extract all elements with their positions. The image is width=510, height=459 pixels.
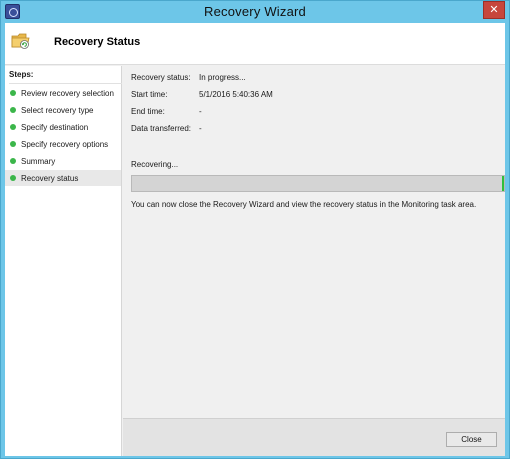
step-complete-dot-icon: [10, 158, 16, 164]
step-complete-dot-icon: [10, 175, 16, 181]
wizard-footer: Close: [123, 418, 505, 456]
window-close-button[interactable]: ✕: [483, 1, 505, 19]
folder-restore-icon: [11, 31, 31, 51]
close-button[interactable]: Close: [446, 432, 497, 447]
data-transferred-value: -: [199, 124, 202, 133]
step-complete-dot-icon: [10, 141, 16, 147]
step-label: Specify recovery options: [21, 139, 109, 149]
data-transferred-label: Data transferred:: [131, 124, 192, 133]
steps-heading: Steps:: [9, 70, 122, 84]
step-complete-dot-icon: [10, 90, 16, 96]
recovery-wizard-window: Recovery Wizard ✕ Recovery Status Steps:: [0, 0, 510, 459]
recovery-status-label: Recovery status:: [131, 73, 191, 82]
step-label: Summary: [21, 156, 56, 166]
step-specify-recovery-options: Specify recovery options: [5, 136, 121, 152]
step-label: Review recovery selection: [21, 88, 114, 98]
step-recovery-status: Recovery status: [5, 170, 121, 186]
close-icon: ✕: [489, 3, 499, 16]
step-complete-dot-icon: [10, 124, 16, 130]
step-review-recovery-selection: Review recovery selection: [5, 85, 121, 101]
step-specify-destination: Specify destination: [5, 119, 121, 135]
recovering-text: Recovering...: [131, 160, 179, 169]
window-title: Recovery Wizard: [204, 4, 306, 19]
end-time-label: End time:: [131, 107, 165, 116]
title-bar[interactable]: Recovery Wizard ✕: [1, 1, 509, 23]
step-label: Specify destination: [21, 122, 89, 132]
step-complete-dot-icon: [10, 107, 16, 113]
wizard-header: Recovery Status: [5, 23, 505, 65]
wizard-client-area: Recovery Status Steps: Review recovery s…: [5, 23, 505, 456]
status-content: Recovery status: In progress... Start ti…: [123, 66, 505, 418]
progress-accent-edge: [502, 176, 504, 191]
step-select-recovery-type: Select recovery type: [5, 102, 121, 118]
start-time-label: Start time:: [131, 90, 168, 99]
recovery-progress-bar: [131, 175, 505, 192]
step-label: Recovery status: [21, 173, 79, 183]
steps-sidebar: Steps: Review recovery selection Select …: [5, 66, 122, 456]
recovery-status-value: In progress...: [199, 73, 246, 82]
end-time-value: -: [199, 107, 202, 116]
step-label: Select recovery type: [21, 105, 94, 115]
step-summary: Summary: [5, 153, 121, 169]
close-wizard-note: You can now close the Recovery Wizard an…: [131, 200, 477, 209]
page-title: Recovery Status: [54, 36, 141, 48]
start-time-value: 5/1/2016 5:40:36 AM: [199, 90, 273, 99]
